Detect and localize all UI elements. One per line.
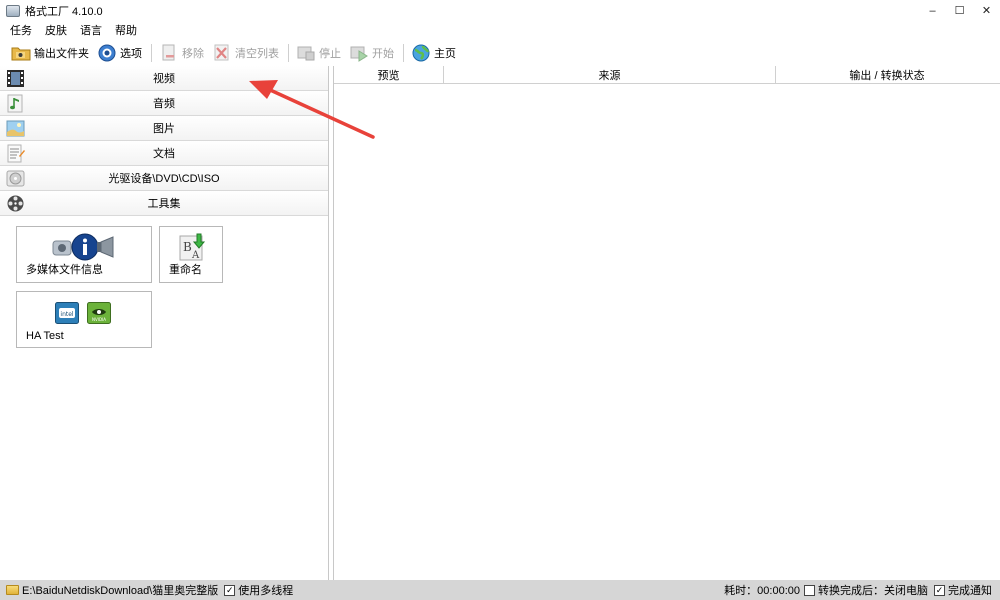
svg-text:B: B (183, 240, 192, 254)
status-right-group: 耗时：00:00:00 转换完成后：关闭电脑 ✓ 完成通知 (724, 580, 992, 600)
window-title: 格式工厂 4.10.0 (25, 5, 103, 18)
gear-icon (97, 44, 117, 62)
category-video-label: 视频 (153, 73, 175, 85)
film-icon (6, 69, 25, 88)
title-bar: 格式工厂 4.10.0 – ☐ ✕ (0, 0, 1000, 21)
toolbar-separator (403, 43, 404, 62)
category-document-label: 文档 (153, 148, 175, 160)
after-convert-label: 转换完成后：关闭电脑 (818, 585, 928, 597)
category-toolbox-label: 工具集 (147, 198, 181, 210)
column-source[interactable]: 来源 (444, 66, 776, 83)
menu-task[interactable]: 任务 (8, 22, 34, 38)
home-label: 主页 (434, 47, 456, 60)
elapsed-time: 耗时：00:00:00 (724, 585, 800, 597)
notify-label: 完成通知 (948, 585, 992, 597)
nvidia-logo-text: NVIDIA (92, 317, 106, 322)
after-convert-checkbox[interactable] (804, 584, 815, 596)
notify-checkbox[interactable]: ✓ (934, 584, 945, 596)
menu-bar: 任务 皮肤 语言 帮助 (0, 21, 148, 39)
start-play-icon (349, 44, 369, 62)
document-icon (6, 144, 25, 163)
output-path[interactable]: E:\BaiduNetdiskDownload\猫里奥完整版 (22, 582, 218, 598)
intel-logo-icon: intel (55, 302, 79, 327)
menu-help[interactable]: 帮助 (113, 22, 139, 38)
maximize-button[interactable]: ☐ (946, 0, 973, 21)
close-button[interactable]: ✕ (973, 0, 1000, 21)
category-audio[interactable]: 音频 (0, 91, 328, 116)
category-picture[interactable]: 图片 (0, 116, 328, 141)
output-folder-button[interactable]: 输出文件夹 (8, 42, 92, 64)
category-picture-label: 图片 (153, 123, 175, 135)
minimize-button[interactable]: – (919, 0, 946, 21)
category-audio-label: 音频 (153, 98, 175, 110)
multithread-checkbox[interactable]: ✓ (224, 584, 236, 596)
toolbar-separator (151, 43, 152, 62)
folder-icon (11, 44, 31, 62)
tool-media-info-label: 多媒体文件信息 (26, 264, 103, 276)
options-label: 选项 (120, 47, 142, 60)
category-document[interactable]: 文档 (0, 141, 328, 166)
tool-media-info[interactable]: 多媒体文件信息 (16, 226, 152, 283)
task-list-panel: 预览 来源 输出 / 转换状态 (333, 66, 1000, 580)
stop-button[interactable]: 停止 (293, 42, 344, 64)
task-list-header: 预览 来源 输出 / 转换状态 (334, 66, 1000, 84)
globe-icon (411, 44, 431, 62)
category-disc-label: 光驱设备\DVD\CD\ISO (108, 173, 220, 185)
intel-logo-text: intel (60, 311, 74, 318)
remove-button[interactable]: 移除 (156, 42, 207, 64)
toolbar-separator (288, 43, 289, 62)
window-controls: – ☐ ✕ (919, 0, 1000, 21)
app-logo-icon (6, 4, 20, 17)
menu-skin[interactable]: 皮肤 (43, 22, 69, 38)
svg-text:A: A (191, 250, 200, 261)
tool-rename-label: 重命名 (169, 264, 202, 276)
clear-x-icon (212, 44, 232, 62)
category-disc[interactable]: 光驱设备\DVD\CD\ISO (0, 166, 328, 191)
picture-icon (6, 119, 25, 138)
column-output-status[interactable]: 输出 / 转换状态 (776, 66, 998, 83)
output-folder-label: 输出文件夹 (34, 47, 89, 60)
nvidia-logo-icon: NVIDIA (87, 302, 111, 327)
stop-label: 停止 (319, 47, 341, 60)
category-panel: 视频 音频 图片 文档 光驱设备\DVD\CD\ISO 工具集 多媒体文件信息 … (0, 66, 329, 580)
column-preview[interactable]: 预览 (334, 66, 444, 83)
category-video[interactable]: 视频 (0, 66, 328, 91)
menu-language[interactable]: 语言 (78, 22, 104, 38)
home-button[interactable]: 主页 (408, 42, 459, 64)
toolbar: 输出文件夹 选项 移除 清空列表 停止 开始 主页 (0, 40, 1000, 65)
disc-icon (6, 169, 25, 188)
stop-icon (296, 44, 316, 62)
folder-icon (6, 585, 19, 595)
remove-file-icon (159, 44, 179, 62)
options-button[interactable]: 选项 (94, 42, 145, 64)
music-note-icon (6, 94, 25, 113)
category-toolbox[interactable]: 工具集 (0, 191, 328, 216)
film-reel-icon (6, 194, 25, 213)
start-label: 开始 (372, 47, 394, 60)
remove-label: 移除 (182, 47, 204, 60)
tool-ha-test[interactable]: intel NVIDIA HA Test (16, 291, 152, 348)
clear-list-button[interactable]: 清空列表 (209, 42, 282, 64)
status-bar: E:\BaiduNetdiskDownload\猫里奥完整版 ✓ 使用多线程 耗… (0, 580, 1000, 600)
multithread-label: 使用多线程 (238, 585, 294, 597)
app-window: 格式工厂 4.10.0 – ☐ ✕ 任务 皮肤 语言 帮助 输出文件夹 选项 移… (0, 0, 1000, 600)
tool-rename[interactable]: B A 重命名 (159, 226, 223, 283)
start-button[interactable]: 开始 (346, 42, 397, 64)
tool-ha-test-label: HA Test (26, 330, 64, 342)
clear-list-label: 清空列表 (235, 47, 279, 60)
